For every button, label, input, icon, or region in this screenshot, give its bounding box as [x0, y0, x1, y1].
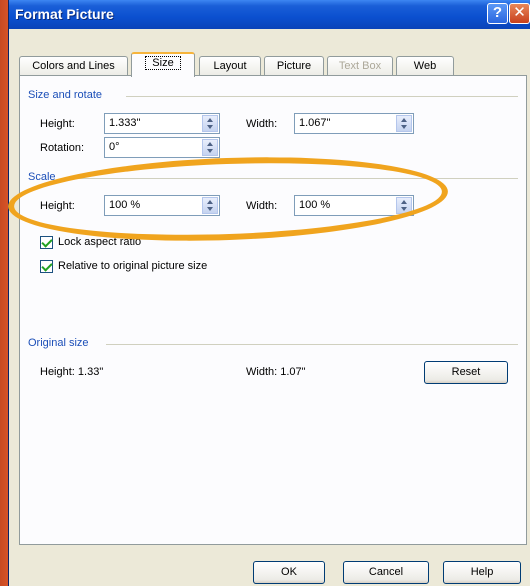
- size-width-input[interactable]: 1.067": [294, 113, 414, 134]
- scale-height-label: Height:: [40, 200, 75, 212]
- rotation-label: Rotation:: [40, 142, 85, 154]
- scale-width-spinner-icon[interactable]: [396, 197, 412, 214]
- rotation-spinner-icon[interactable]: [202, 139, 218, 156]
- size-height-input[interactable]: 1.333": [104, 113, 220, 134]
- section-divider: [70, 178, 518, 179]
- size-and-rotate-title: Size and rotate: [28, 89, 102, 101]
- close-icon[interactable]: ✕: [509, 3, 530, 24]
- original-size-title: Original size: [28, 337, 89, 349]
- help-button[interactable]: Help: [443, 561, 521, 584]
- section-divider: [126, 96, 518, 97]
- size-tab-panel: Size and rotate Height: 1.333" Width: 1.…: [19, 75, 527, 545]
- scale-height-input[interactable]: 100 %: [104, 195, 220, 216]
- help-icon[interactable]: ?: [487, 3, 508, 24]
- size-height-label: Height:: [40, 118, 75, 130]
- original-width-text: Width: 1.07": [246, 366, 306, 378]
- lock-aspect-ratio-checkbox[interactable]: [40, 236, 53, 249]
- reset-button[interactable]: Reset: [424, 361, 508, 384]
- scale-title: Scale: [28, 171, 56, 183]
- tab-web[interactable]: Web: [396, 56, 454, 76]
- ok-button[interactable]: OK: [253, 561, 325, 584]
- scale-width-input[interactable]: 100 %: [294, 195, 414, 216]
- size-width-label: Width:: [246, 118, 278, 130]
- tab-picture[interactable]: Picture: [264, 56, 324, 76]
- scale-width-label: Width:: [246, 200, 278, 212]
- relative-to-original-label[interactable]: Relative to original picture size: [58, 260, 207, 272]
- relative-to-original-checkbox[interactable]: [40, 260, 53, 273]
- scale-height-spinner-icon[interactable]: [202, 197, 218, 214]
- tab-text-box: Text Box: [327, 56, 393, 76]
- title-bar[interactable]: Format Picture ? ✕: [9, 0, 530, 29]
- tab-size[interactable]: Size: [131, 52, 195, 77]
- size-width-spinner-icon[interactable]: [396, 115, 412, 132]
- original-height-text: Height: 1.33": [40, 366, 104, 378]
- lock-aspect-ratio-label[interactable]: Lock aspect ratio: [58, 236, 141, 248]
- section-divider: [106, 344, 518, 345]
- dialog-title: Format Picture: [15, 6, 114, 22]
- size-height-spinner-icon[interactable]: [202, 115, 218, 132]
- rotation-input[interactable]: 0°: [104, 137, 220, 158]
- cancel-button[interactable]: Cancel: [343, 561, 429, 584]
- tab-colors-and-lines[interactable]: Colors and Lines: [19, 56, 128, 76]
- tab-layout[interactable]: Layout: [199, 56, 261, 76]
- format-picture-dialog: Format Picture ? ✕ Colors and Lines Size…: [8, 0, 530, 586]
